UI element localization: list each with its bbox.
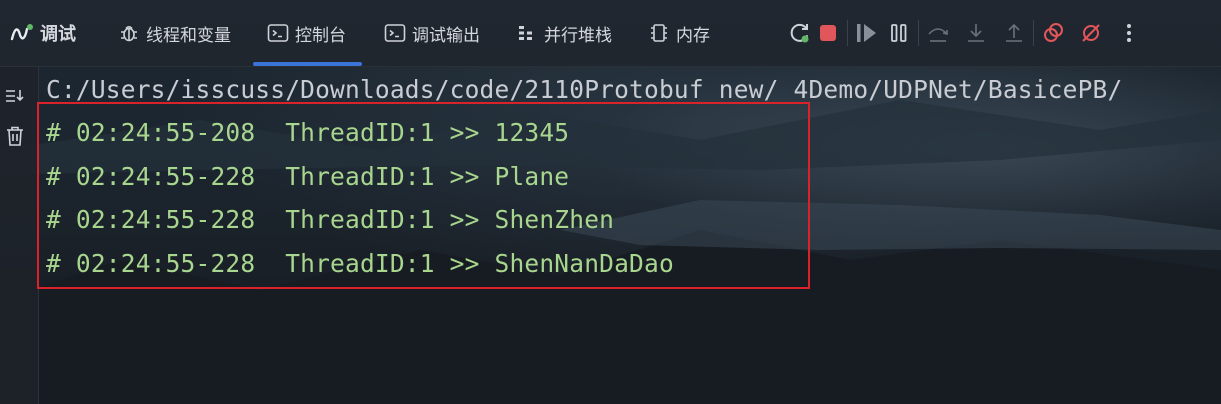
debug-tool-title[interactable]: 调试	[10, 0, 76, 66]
console-gutter	[0, 67, 39, 404]
mute-breakpoints-icon[interactable]	[1078, 20, 1104, 46]
breakpoints-icon[interactable]	[1040, 20, 1066, 46]
more-options-icon[interactable]	[1116, 20, 1142, 46]
terminal-icon	[384, 22, 406, 44]
resume-icon[interactable]	[854, 20, 880, 46]
tab-label: 线程和变量	[146, 25, 231, 46]
tab-threads-variables[interactable]: 线程和变量	[118, 0, 231, 66]
toolbar-separator	[847, 20, 848, 46]
debug-controls	[787, 20, 1142, 46]
soft-wrap-icon[interactable]	[4, 85, 26, 107]
console-path-line: C:/Users/isscuss/Downloads/code/2110Prot…	[46, 75, 1123, 104]
parallel-stacks-icon	[516, 22, 538, 44]
tab-label: 控制台	[295, 25, 346, 46]
toolbar-separator	[1033, 20, 1034, 46]
pause-icon[interactable]	[886, 20, 912, 46]
bug-icon	[118, 22, 140, 44]
memory-chip-icon	[648, 22, 670, 44]
debug-tool-label: 调试	[40, 24, 76, 45]
trash-icon[interactable]	[4, 125, 26, 147]
console-line: # 02:24:55-228 ThreadID:1 >> Plane	[46, 162, 570, 191]
terminal-icon	[267, 22, 289, 44]
toolbar-separator	[918, 20, 919, 46]
tab-memory[interactable]: 内存	[648, 0, 710, 66]
tab-label: 内存	[676, 25, 710, 46]
step-into-icon[interactable]	[963, 20, 989, 46]
step-over-icon[interactable]	[925, 20, 951, 46]
step-out-icon[interactable]	[1001, 20, 1027, 46]
tab-debug-output[interactable]: 调试输出	[384, 0, 480, 66]
debug-run-icon	[10, 22, 34, 44]
rerun-icon[interactable]	[787, 20, 813, 46]
stop-icon[interactable]	[815, 20, 841, 46]
console-line: # 02:24:55-228 ThreadID:1 >> ShenZhen	[46, 205, 615, 234]
tab-parallel-stacks[interactable]: 并行堆栈	[516, 0, 612, 66]
console-line: # 02:24:55-208 ThreadID:1 >> 12345	[46, 118, 570, 147]
console-line: # 02:24:55-228 ThreadID:1 >> ShenNanDaDa…	[46, 249, 674, 278]
debug-toolbar: 调试 线程和变量 控制台 调试输出 并行堆栈 内存	[0, 0, 1221, 67]
tab-label: 并行堆栈	[544, 25, 612, 46]
tab-console[interactable]: 控制台	[253, 0, 362, 66]
tab-label: 调试输出	[412, 25, 480, 46]
